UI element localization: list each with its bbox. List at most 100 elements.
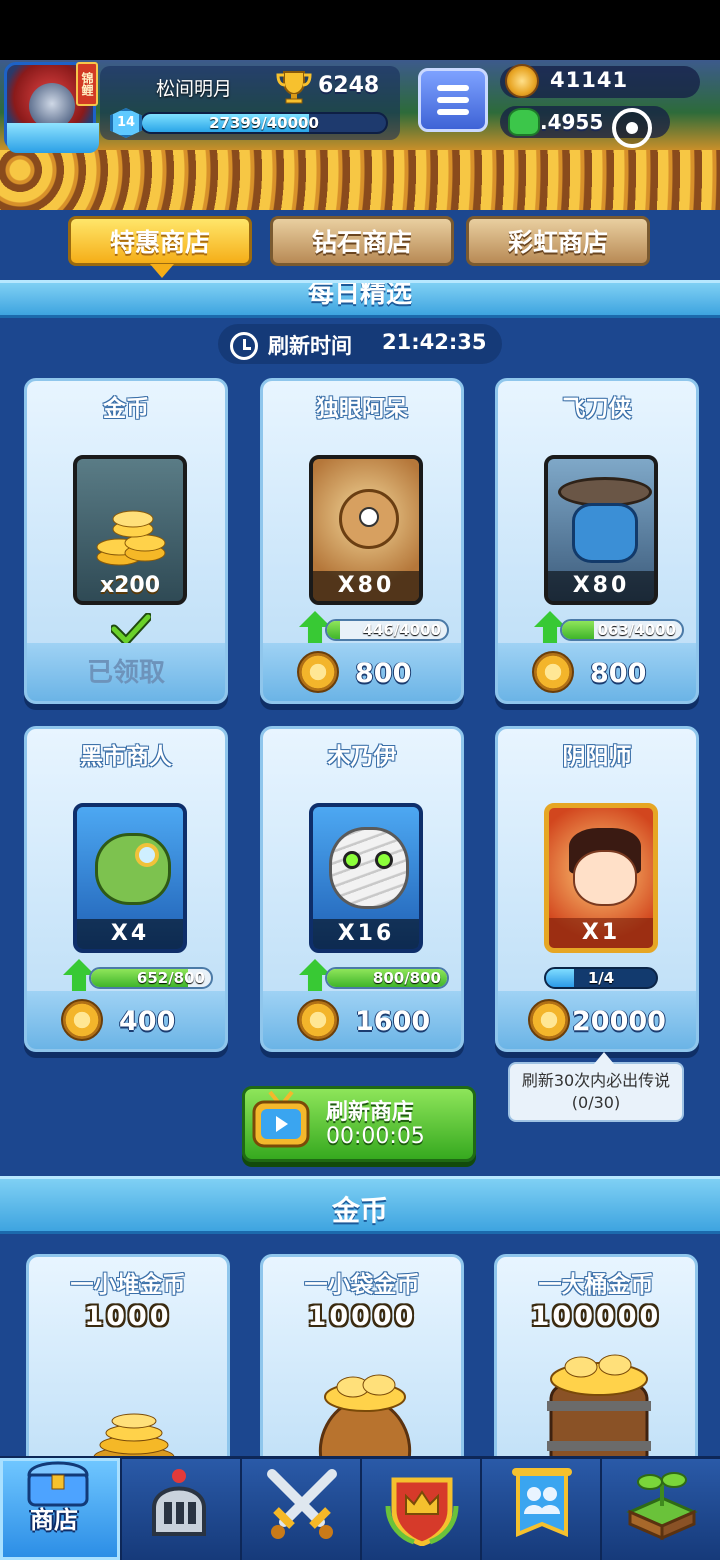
nav-garden[interactable] xyxy=(600,1458,720,1560)
coin-pack-name: 一小堆金币 xyxy=(70,1272,186,1298)
shop-card-hero[interactable]: 飞刀侠 X80 063/4000 800 xyxy=(495,378,699,704)
xp-text: 27399/40000 xyxy=(209,114,319,132)
eye-icon xyxy=(343,851,361,869)
record-dot-icon xyxy=(626,122,638,134)
menu-button[interactable] xyxy=(418,68,488,132)
monocle-icon xyxy=(135,843,159,867)
record-button[interactable] xyxy=(612,108,652,148)
card-qty: x200 xyxy=(99,573,161,598)
card-price: 1600 xyxy=(355,1006,431,1037)
trophy-icon xyxy=(276,71,312,104)
nav-battle[interactable] xyxy=(240,1458,360,1560)
clock-icon xyxy=(230,332,258,360)
card-portrait: X16 xyxy=(309,803,423,953)
coin-pack-amount: 1000 xyxy=(84,1301,172,1332)
video-ad-icon xyxy=(252,1090,310,1148)
card-portrait: x200 xyxy=(73,455,187,605)
card-portrait: X80 xyxy=(309,455,423,605)
nav-shop-label: 商店 xyxy=(30,1506,78,1534)
progress-fill xyxy=(327,621,341,639)
claimed-label: 已领取 xyxy=(86,658,165,688)
card-progress-text: 800/800 xyxy=(372,969,441,987)
gold-coin-icon xyxy=(528,999,570,1041)
card-progress-text: 652/800 xyxy=(136,969,205,987)
trophy-count: 6248 xyxy=(318,73,380,98)
card-qty: X80 xyxy=(548,571,654,601)
progress-fill xyxy=(562,621,595,639)
card-name: 黑市商人 xyxy=(80,744,172,770)
refresh-time-label: 刷新时间 xyxy=(268,334,352,358)
player-name: 松间明月 xyxy=(156,78,233,100)
card-qty: X80 xyxy=(313,571,419,601)
checkmark-icon xyxy=(111,613,151,645)
coin-pack-name: 一小袋金币 xyxy=(304,1272,420,1298)
shop-card-hero[interactable]: 黑市商人 X4 652/800 400 xyxy=(24,726,228,1052)
coins-banner: 金币 xyxy=(0,1176,720,1234)
shop-card-legendary[interactable]: 阴阳师 X1 1/4 20000 xyxy=(495,726,699,1052)
nav-league[interactable] xyxy=(360,1458,480,1560)
nav-social[interactable] xyxy=(480,1458,600,1560)
nav-heroes[interactable] xyxy=(120,1458,240,1560)
status-bar xyxy=(0,0,720,60)
card-progress-bar: 1/4 xyxy=(544,967,658,989)
progress-fill xyxy=(546,969,574,987)
onmyoji-hero-icon xyxy=(573,850,637,906)
tooltip-line1: 刷新30次内必出传说 xyxy=(521,1071,671,1090)
card-progress-text: 063/4000 xyxy=(597,621,676,639)
gold-pile-background xyxy=(0,150,720,210)
crossed-swords-icon xyxy=(267,1469,337,1539)
card-qty: X4 xyxy=(77,919,183,949)
refresh-time-value: 21:42:35 xyxy=(382,330,487,354)
card-name: 飞刀侠 xyxy=(562,396,632,422)
card-progress-bar: 652/800 xyxy=(89,967,213,989)
tooltip-line2: (0/30) xyxy=(571,1093,621,1112)
card-portrait: X1 xyxy=(544,803,658,953)
card-portrait: X80 xyxy=(544,455,658,605)
knife-hero-icon xyxy=(572,503,638,563)
card-price: 400 xyxy=(119,1006,176,1037)
card-price: 800 xyxy=(355,658,412,689)
card-name: 木乃伊 xyxy=(327,744,397,770)
eye-icon xyxy=(359,507,379,527)
gold-coin-icon xyxy=(532,651,574,693)
coin-barrel-icon xyxy=(547,1354,651,1469)
tab-rainbow-shop[interactable]: 彩虹商店 xyxy=(466,216,650,266)
card-progress-bar: 800/800 xyxy=(325,967,449,989)
merchant-hero-icon xyxy=(95,833,171,905)
card-qty: X1 xyxy=(549,918,653,948)
card-progress-text: 1/4 xyxy=(587,969,615,987)
coin-pile-icon xyxy=(93,1413,175,1467)
koi-tag: 锦鲤 xyxy=(76,62,98,106)
card-price: 20000 xyxy=(572,1006,666,1037)
coin-pack-amount: 100000 xyxy=(530,1301,662,1332)
avatar-wave xyxy=(7,123,99,153)
menu-bar-icon xyxy=(437,109,469,115)
refresh-shop-label: 刷新商店 xyxy=(326,1100,415,1125)
coin-bag-icon xyxy=(318,1374,412,1467)
gold-coin-icon xyxy=(297,651,339,693)
gold-coin-icon xyxy=(61,999,103,1041)
card-progress-text: 446/4000 xyxy=(362,621,441,639)
shop-card-hero[interactable]: 木乃伊 X16 800/800 1600 xyxy=(260,726,464,1052)
coins-banner-title: 金币 xyxy=(331,1194,388,1227)
tab-diamond-shop[interactable]: 钻石商店 xyxy=(270,216,454,266)
shop-card-gold[interactable]: 金币 x200 已领取 xyxy=(24,378,228,704)
daily-banner-title: 每日精选 xyxy=(307,280,412,309)
card-name: 金币 xyxy=(103,396,149,422)
sprout-island-icon xyxy=(626,1472,698,1541)
card-price: 800 xyxy=(590,658,647,689)
crown-shield-icon xyxy=(385,1477,459,1546)
gold-coin-icon xyxy=(505,64,539,98)
gem-amount: .4955 xyxy=(540,110,604,134)
legendary-tooltip: 刷新30次内必出传说 (0/30) xyxy=(508,1062,684,1122)
card-name: 独眼阿呆 xyxy=(316,396,408,422)
daily-banner: 每日精选 xyxy=(0,280,720,318)
team-banner-icon xyxy=(512,1468,572,1537)
mummy-hero-icon xyxy=(329,827,409,909)
gold-amount: 41141 xyxy=(550,68,629,92)
tab-special-shop[interactable]: 特惠商店 xyxy=(68,216,252,266)
card-name: 阴阳师 xyxy=(562,744,632,770)
shop-card-hero[interactable]: 独眼阿呆 X80 446/4000 800 xyxy=(260,378,464,704)
card-qty: X16 xyxy=(313,919,419,949)
coin-pack-name: 一大桶金币 xyxy=(538,1272,654,1298)
